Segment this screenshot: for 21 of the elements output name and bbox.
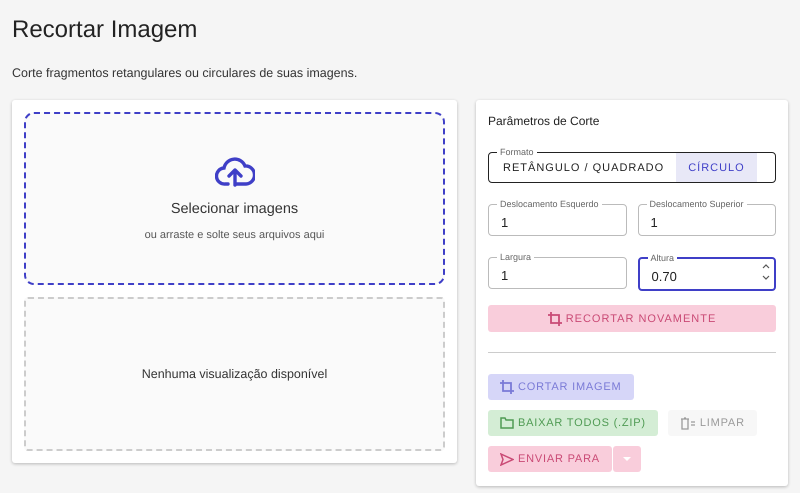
cloud-upload-icon: [214, 156, 254, 187]
format-option[interactable]: CÍRCULO: [676, 153, 757, 182]
field-label: Altura: [648, 252, 678, 264]
dropzone-hint: ou arraste e solte seus arquivos aqui: [144, 228, 324, 241]
send-icon: [500, 452, 514, 466]
page-title: Recortar Imagem: [12, 16, 198, 44]
field-label: Largura: [497, 251, 534, 263]
crop-icon: [548, 312, 562, 326]
spinner-icon[interactable]: [762, 262, 770, 282]
trash-icon: [680, 416, 696, 430]
preview-empty-text: Nenhuma visualização disponível: [142, 367, 328, 382]
caret-icon: [622, 456, 631, 462]
folder-icon: [500, 417, 514, 429]
page-subtitle: Corte fragmentos retangulares ou circulares de suas imagens.: [12, 66, 358, 80]
field-label: Deslocamento Esquerdo: [497, 198, 602, 210]
crop-icon: [500, 380, 514, 394]
dropzone[interactable]: Selecionar imagens ou arraste e solte seus arquivos aqui: [24, 112, 445, 286]
format-label: Formato: [497, 146, 537, 158]
params-title: Parâmetros de Corte: [488, 114, 600, 128]
dropzone-title: Selecionar imagens: [170, 200, 298, 217]
field-label: Deslocamento Superior: [646, 198, 747, 210]
